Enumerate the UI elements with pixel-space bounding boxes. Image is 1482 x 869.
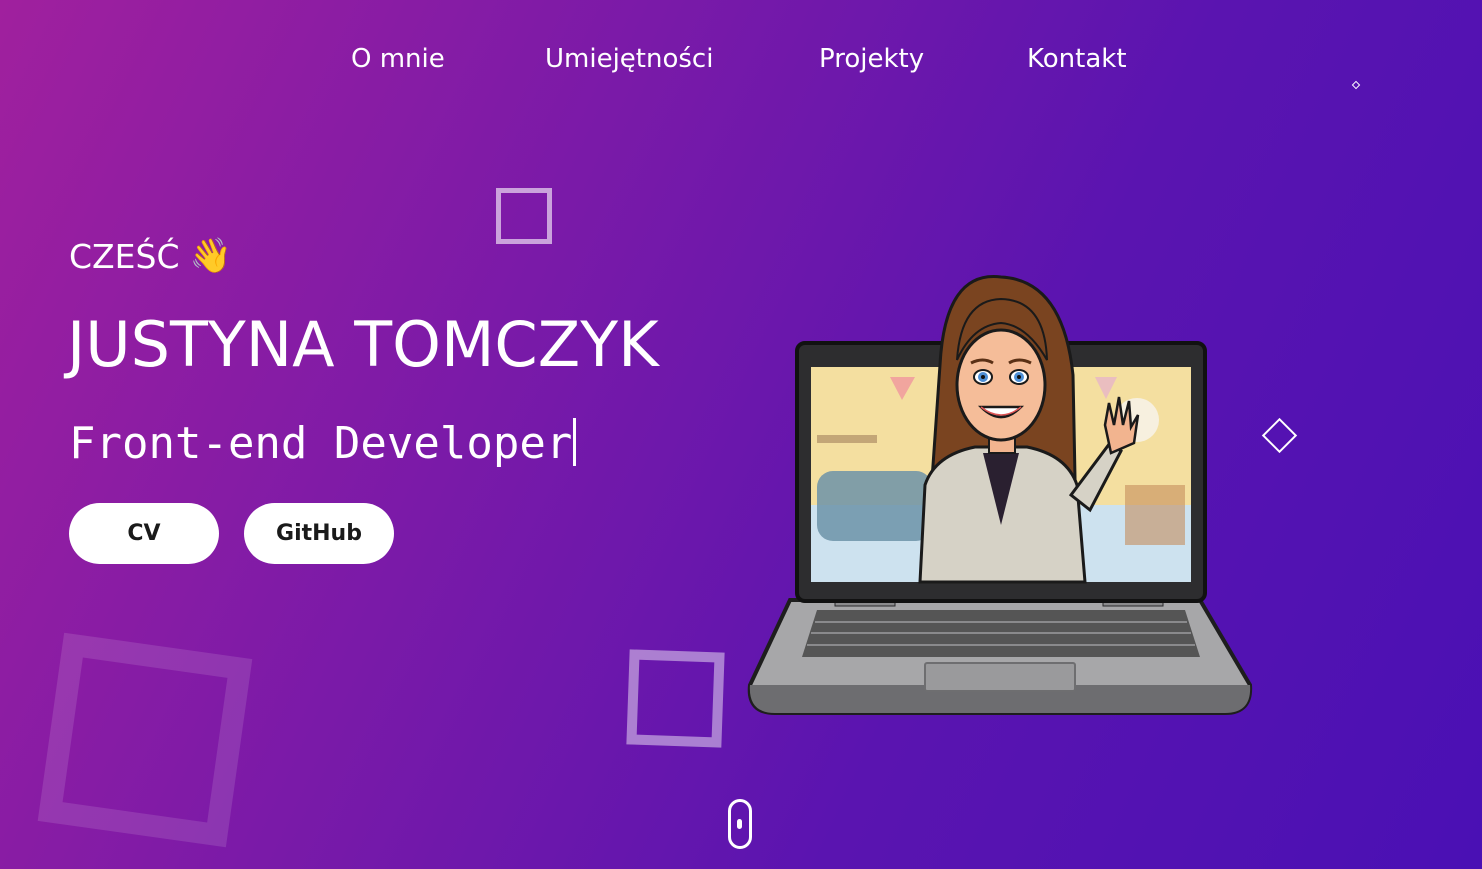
nav-link-contact[interactable]: Kontakt (1027, 44, 1127, 74)
scroll-down-indicator[interactable] (728, 799, 752, 849)
cv-button[interactable]: CV (69, 503, 219, 564)
hero-name: JUSTYNA TOMCZYK (67, 308, 659, 381)
github-button[interactable]: GitHub (244, 503, 394, 564)
nav-link-about[interactable]: O mnie (351, 44, 445, 74)
hero-role: Front-end Developer (69, 418, 577, 469)
nav-link-skills[interactable]: Umiejętności (545, 44, 713, 74)
main-nav: O mnie Umiejętności Projekty Kontakt (0, 44, 1482, 80)
deco-square-large (37, 632, 253, 848)
nav-link-projects[interactable]: Projekty (819, 44, 924, 74)
deco-square-top (496, 188, 552, 244)
waving-hand-icon: 👋 (189, 236, 232, 276)
scroll-wheel-dot (737, 819, 742, 829)
deco-diamond-tiny (1351, 80, 1361, 90)
typing-cursor (573, 418, 577, 466)
avatar-laptop-illustration (747, 275, 1253, 715)
deco-square-bottom (626, 649, 725, 748)
role-text: Front-end Developer (69, 418, 573, 469)
deco-diamond-right (1261, 417, 1298, 454)
greeting-text: CZEŚĆ (69, 236, 180, 276)
greeting: CZEŚĆ 👋 (69, 236, 232, 276)
